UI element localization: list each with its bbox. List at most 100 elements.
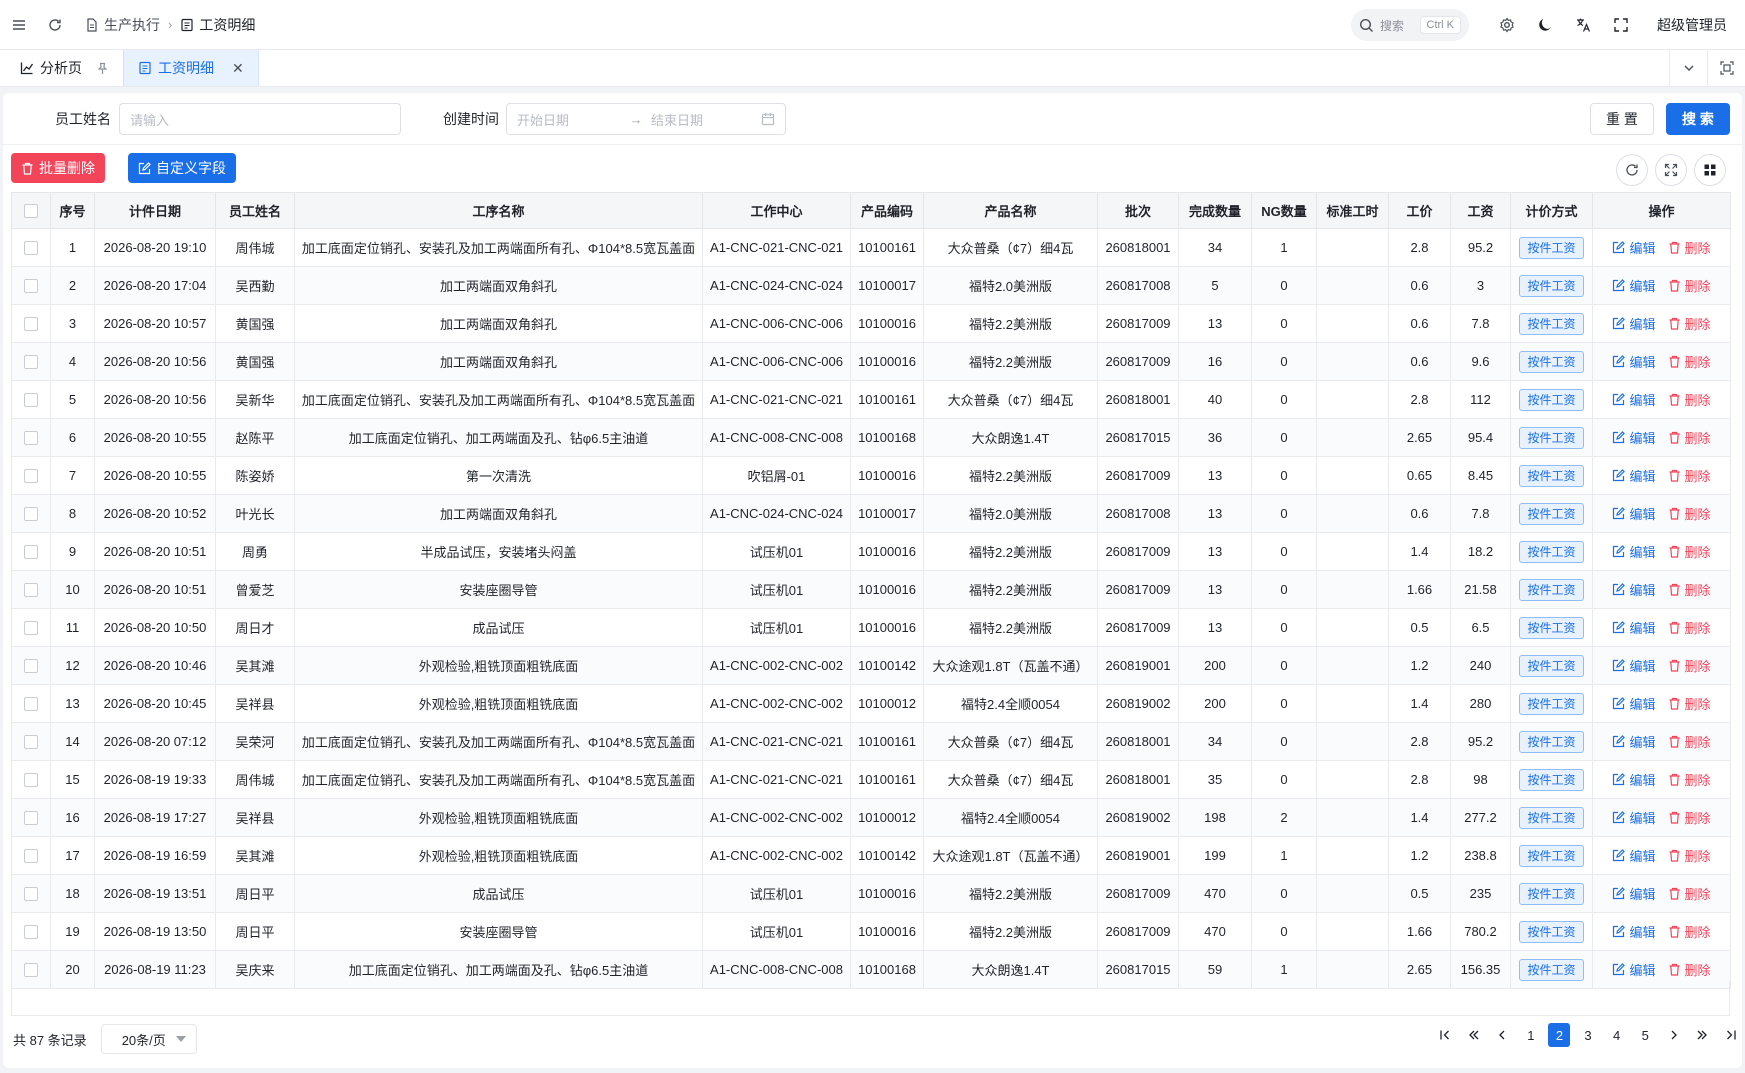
row-checkbox[interactable] [24, 925, 38, 940]
breadcrumb-item[interactable]: 生产执行 [85, 15, 160, 35]
edit-button[interactable]: 编辑 [1612, 580, 1656, 599]
table-row[interactable]: 15 2026-08-19 19:33 周伟城 加工底面定位销孔、安装孔及加工两端面所… [11, 760, 1731, 799]
delete-button[interactable]: 删除 [1668, 808, 1711, 827]
table-row[interactable]: 2 2026-08-20 17:04 吴西勤 加工两端面双角斜孔 A1-CNC-024-… [11, 266, 1731, 305]
page-number-current[interactable]: 2 [1548, 1023, 1571, 1047]
table-row[interactable]: 5 2026-08-20 10:56 吴新华 加工底面定位销孔、安装孔及加工两端面所有… [11, 380, 1731, 419]
row-checkbox[interactable] [24, 621, 38, 636]
page-number[interactable]: 4 [1606, 1023, 1628, 1047]
column-header[interactable]: 工作中心 [702, 192, 851, 229]
edit-button[interactable]: 编辑 [1612, 276, 1656, 295]
table-row[interactable]: 14 2026-08-20 07:12 吴荣河 加工底面定位销孔、安装孔及加工两端面所… [11, 722, 1731, 761]
table-row[interactable]: 10 2026-08-20 10:51 曾爱芝 安装座圈导管 试压机01 10100016… [11, 570, 1731, 609]
batch-delete-button[interactable]: 批量删除 [11, 153, 105, 183]
delete-button[interactable]: 删除 [1668, 884, 1711, 903]
edit-button[interactable]: 编辑 [1612, 960, 1656, 979]
chevron-down-icon[interactable] [1669, 49, 1707, 87]
table-row[interactable]: 7 2026-08-20 10:55 陈姿娇 第一次清洗 吹铝屑-01 10100016 福… [11, 456, 1731, 495]
table-row[interactable]: 1 2026-08-20 19:10 周伟城 加工底面定位销孔、安装孔及加工两端面所有… [11, 228, 1731, 267]
dark-mode-icon[interactable] [1527, 7, 1563, 43]
row-checkbox[interactable] [24, 811, 38, 826]
row-checkbox[interactable] [24, 545, 38, 560]
edit-button[interactable]: 编辑 [1612, 922, 1656, 941]
row-checkbox[interactable] [24, 849, 38, 864]
delete-button[interactable]: 删除 [1668, 960, 1711, 979]
delete-button[interactable]: 删除 [1668, 504, 1711, 523]
delete-button[interactable]: 删除 [1668, 618, 1711, 637]
row-checkbox[interactable] [24, 735, 38, 750]
edit-button[interactable]: 编辑 [1612, 352, 1656, 371]
row-checkbox[interactable] [24, 583, 38, 598]
menu-toggle-icon[interactable] [1, 7, 37, 43]
column-header[interactable]: 计件日期 [94, 192, 216, 229]
table-row[interactable]: 12 2026-08-20 10:46 吴其滩 外观检验,粗铣顶面粗铣底面 A1-CNC… [11, 646, 1731, 685]
row-checkbox[interactable] [24, 507, 38, 522]
delete-button[interactable]: 删除 [1668, 770, 1711, 789]
edit-button[interactable]: 编辑 [1612, 466, 1656, 485]
first-page-icon[interactable] [1434, 1023, 1456, 1047]
expand-icon[interactable] [1655, 154, 1687, 186]
row-checkbox[interactable] [24, 393, 38, 408]
edit-button[interactable]: 编辑 [1612, 390, 1656, 409]
delete-button[interactable]: 删除 [1668, 580, 1711, 599]
column-settings-icon[interactable] [1694, 154, 1726, 186]
delete-button[interactable]: 删除 [1668, 922, 1711, 941]
delete-button[interactable]: 删除 [1668, 428, 1711, 447]
column-header[interactable]: NG数量 [1251, 192, 1317, 229]
row-checkbox[interactable] [24, 659, 38, 674]
table-row[interactable]: 16 2026-08-19 17:27 吴祥县 外观检验,粗铣顶面粗铣底面 A1-CNC… [11, 798, 1731, 837]
breadcrumb-item[interactable]: 工资明细 [180, 15, 255, 35]
search-button[interactable]: 搜 索 [1666, 103, 1730, 135]
edit-button[interactable]: 编辑 [1612, 542, 1656, 561]
column-header[interactable]: 工资 [1450, 192, 1511, 229]
pin-icon[interactable] [96, 62, 109, 75]
settings-icon[interactable] [1489, 7, 1525, 43]
employee-name-input[interactable]: 请输入 [119, 103, 401, 135]
user-menu[interactable]: 超级管理员 [1657, 15, 1727, 35]
column-header[interactable]: 员工姓名 [215, 192, 295, 229]
row-checkbox[interactable] [24, 963, 38, 978]
tab-salary-detail[interactable]: 工资明细 ✕ [123, 50, 259, 86]
edit-button[interactable]: 编辑 [1612, 884, 1656, 903]
row-checkbox[interactable] [24, 317, 38, 332]
table-row[interactable]: 6 2026-08-20 10:55 赵陈平 加工底面定位销孔、加工两端面及孔、钻φ6… [11, 418, 1731, 457]
row-checkbox[interactable] [24, 697, 38, 712]
language-icon[interactable] [1565, 7, 1601, 43]
delete-button[interactable]: 删除 [1668, 732, 1711, 751]
table-row[interactable]: 8 2026-08-20 10:52 叶光长 加工两端面双角斜孔 A1-CNC-024-… [11, 494, 1731, 533]
global-search[interactable]: 搜索 Ctrl K [1351, 9, 1469, 41]
prev-five-icon[interactable] [1463, 1023, 1485, 1047]
tab-analysis[interactable]: 分析页 [0, 50, 123, 86]
page-number[interactable]: 1 [1520, 1023, 1542, 1047]
column-header[interactable]: 产品编码 [850, 192, 924, 229]
page-number[interactable]: 5 [1634, 1023, 1656, 1047]
date-range-picker[interactable]: 开始日期 → 结束日期 [506, 103, 786, 135]
column-header[interactable]: 批次 [1097, 192, 1179, 229]
last-page-icon[interactable] [1720, 1023, 1742, 1047]
delete-button[interactable]: 删除 [1668, 466, 1711, 485]
prev-page-icon[interactable] [1491, 1023, 1513, 1047]
edit-button[interactable]: 编辑 [1612, 314, 1656, 333]
fit-screen-icon[interactable] [1707, 49, 1745, 87]
row-checkbox[interactable] [24, 431, 38, 446]
column-header[interactable]: 操作 [1592, 192, 1731, 229]
row-checkbox[interactable] [24, 887, 38, 902]
edit-button[interactable]: 编辑 [1612, 846, 1656, 865]
edit-button[interactable]: 编辑 [1612, 618, 1656, 637]
page-size-select[interactable]: 20条/页 [100, 1024, 197, 1054]
column-header[interactable]: 标准工时 [1316, 192, 1389, 229]
select-all-checkbox[interactable] [24, 204, 38, 219]
table-row[interactable]: 11 2026-08-20 10:50 周日才 成品试压 试压机01 10100016 福特… [11, 608, 1731, 647]
refresh-icon[interactable] [37, 7, 73, 43]
edit-button[interactable]: 编辑 [1612, 808, 1656, 827]
reset-button[interactable]: 重 置 [1590, 103, 1654, 135]
edit-button[interactable]: 编辑 [1612, 504, 1656, 523]
edit-button[interactable]: 编辑 [1612, 238, 1656, 257]
table-row[interactable]: 9 2026-08-20 10:51 周勇 半成品试压，安装堵头闷盖 试压机01 1010… [11, 532, 1731, 571]
delete-button[interactable]: 删除 [1668, 238, 1711, 257]
column-header[interactable]: 完成数量 [1178, 192, 1252, 229]
column-header[interactable]: 工序名称 [294, 192, 703, 229]
table-row[interactable]: 17 2026-08-19 16:59 吴其滩 外观检验,粗铣顶面粗铣底面 A1-CNC… [11, 836, 1731, 875]
table-row[interactable]: 19 2026-08-19 13:50 周日平 安装座圈导管 试压机01 10100016… [11, 912, 1731, 951]
delete-button[interactable]: 删除 [1668, 694, 1711, 713]
